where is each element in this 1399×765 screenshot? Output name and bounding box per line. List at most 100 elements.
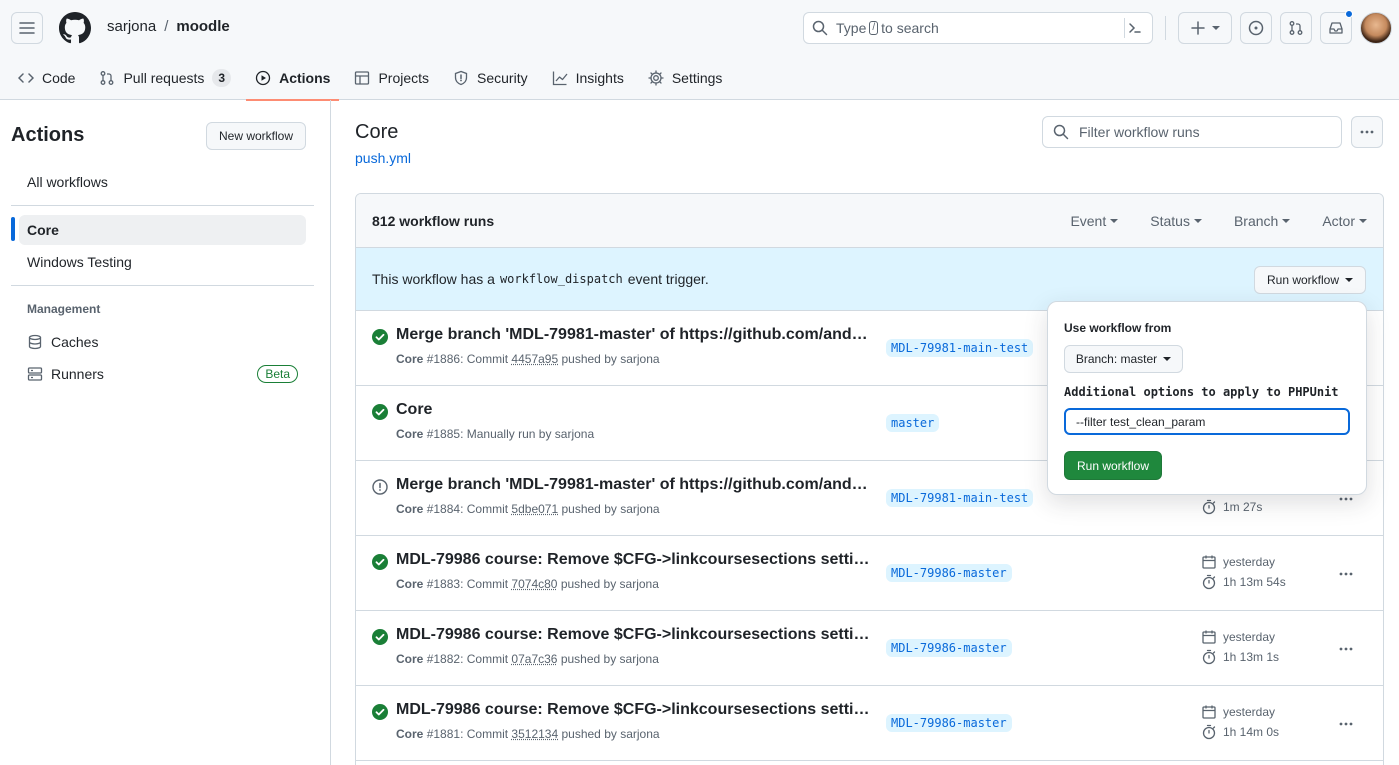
tab-actions-label: Actions <box>279 70 331 86</box>
run-date: yesterday <box>1201 554 1275 570</box>
run-date-text: yesterday <box>1223 630 1276 644</box>
tab-code[interactable]: Code <box>0 56 84 100</box>
tab-security-label: Security <box>477 70 528 86</box>
run-menu-button[interactable] <box>1334 637 1358 661</box>
beta-badge: Beta <box>257 365 298 383</box>
run-workflow-name: Core <box>396 652 424 666</box>
tab-settings[interactable]: Settings <box>639 56 732 100</box>
sidebar-item-caches[interactable]: Caches <box>19 327 306 357</box>
run-title[interactable]: MDL-79986 course: Remove $CFG->linkcours… <box>396 701 871 719</box>
run-duration: 1m 27s <box>1201 499 1262 515</box>
commit-sha-link[interactable]: 07a7c36 <box>511 652 557 666</box>
event-filter-dropdown[interactable]: Event <box>1070 213 1119 229</box>
run-title[interactable]: MDL-79986 course: Remove $CFG->linkcours… <box>396 626 871 644</box>
tab-pull-requests[interactable]: Pull requests 3 <box>90 56 240 100</box>
workflow-run-row[interactable]: MDL-79986 course: Remove $CFG->linkcours… <box>356 686 1383 761</box>
run-title[interactable]: Core <box>396 401 871 419</box>
tab-code-label: Code <box>42 70 76 86</box>
workflow-menu-button[interactable] <box>1351 116 1383 148</box>
run-workflow-dropdown-button[interactable]: Run workflow <box>1254 266 1366 294</box>
commit-sha-link[interactable]: 3512134 <box>511 727 558 741</box>
tab-actions[interactable]: Actions <box>246 56 340 101</box>
run-trigger: pushed by sarjona <box>560 652 659 666</box>
run-menu-button[interactable] <box>1334 712 1358 736</box>
search-input[interactable]: Type / to search <box>803 12 1153 44</box>
run-trigger: Manually run by sarjona <box>466 427 595 441</box>
status-filter-dropdown[interactable]: Status <box>1150 213 1202 229</box>
tab-security[interactable]: Security <box>444 56 537 100</box>
run-kind: Commit <box>466 502 509 516</box>
terminal-icon <box>1128 23 1141 33</box>
new-workflow-button[interactable]: New workflow <box>206 122 306 150</box>
tab-projects[interactable]: Projects <box>345 56 438 100</box>
branch-label[interactable]: master <box>886 414 940 432</box>
commit-sha-link[interactable]: 5dbe071 <box>511 502 558 516</box>
filter-workflow-runs-input[interactable]: Filter workflow runs <box>1042 116 1342 148</box>
issues-button[interactable] <box>1240 12 1272 44</box>
run-meta: Core #1881: Commit 3512134 pushed by sar… <box>396 727 660 741</box>
branch-select-label: Branch: master <box>1075 352 1158 366</box>
pull-requests-button[interactable] <box>1280 12 1312 44</box>
actor-filter-label: Actor <box>1322 212 1355 229</box>
run-trigger: pushed by sarjona <box>560 577 659 591</box>
breadcrumb-owner[interactable]: sarjona <box>107 18 156 35</box>
header-divider <box>1165 16 1166 40</box>
sidebar-item-all-workflows[interactable]: All workflows <box>19 167 306 197</box>
sidebar-divider <box>11 205 314 206</box>
run-meta: Core #1885: Manually run by sarjona <box>396 427 595 441</box>
run-title[interactable]: Merge branch 'MDL-79981-master' of https… <box>396 326 871 344</box>
menu-button[interactable] <box>11 12 43 44</box>
use-workflow-from-label: Use workflow from <box>1064 321 1172 335</box>
user-avatar[interactable] <box>1360 12 1392 44</box>
breadcrumb-repo[interactable]: moodle <box>176 18 229 35</box>
branch-filter-dropdown[interactable]: Branch <box>1234 213 1291 229</box>
run-trigger: pushed by sarjona <box>561 727 660 741</box>
tab-settings-label: Settings <box>671 70 723 86</box>
sidebar-item-label: Runners <box>51 366 104 382</box>
run-number: #1882 <box>426 652 461 666</box>
workflow-run-row[interactable]: MDL-79986 course: Remove $CFG->linkcours… <box>356 536 1383 611</box>
sidebar-item-label: Windows Testing <box>27 254 132 270</box>
chevron-down-icon <box>1359 218 1367 223</box>
calendar-icon <box>1202 705 1216 719</box>
tab-insights[interactable]: Insights <box>543 56 633 100</box>
run-menu-button[interactable] <box>1334 562 1358 586</box>
branch-label[interactable]: MDL-79981-main-test <box>886 339 1034 357</box>
chevron-down-icon <box>1193 218 1202 223</box>
server-icon <box>27 367 43 381</box>
actor-filter-dropdown[interactable]: Actor <box>1322 213 1367 229</box>
sidebar-item-runners[interactable]: Runners Beta <box>19 359 306 389</box>
workflow-runs-header: 812 workflow runs Event Status Branch Ac… <box>356 194 1383 248</box>
inbox-icon <box>1329 22 1343 34</box>
branch-label[interactable]: MDL-79986-master <box>886 639 1012 657</box>
run-workflow-submit-button[interactable]: Run workflow <box>1064 451 1162 480</box>
pull-requests-counter: 3 <box>212 69 232 87</box>
table-icon <box>355 71 370 85</box>
github-logo-icon[interactable] <box>59 12 91 44</box>
chevron-down-icon <box>1212 26 1220 30</box>
create-new-button[interactable] <box>1178 12 1232 44</box>
branch-select-button[interactable]: Branch: master <box>1064 345 1183 373</box>
workflow-run-row[interactable]: MDL-79986 course: Remove $CFG->linkcours… <box>356 611 1383 686</box>
tab-insights-label: Insights <box>575 70 624 86</box>
workflow-file-link[interactable]: push.yml <box>355 150 411 166</box>
run-kind: Commit <box>466 352 509 366</box>
run-date-text: yesterday <box>1223 555 1276 569</box>
run-kind: Commit <box>466 727 509 741</box>
branch-label[interactable]: MDL-79981-main-test <box>886 489 1034 507</box>
play-icon <box>255 70 271 86</box>
run-title[interactable]: MDL-79986 course: Remove $CFG->linkcours… <box>396 551 871 569</box>
run-title[interactable]: Merge branch 'MDL-79981-master' of https… <box>396 476 871 494</box>
run-meta: Core #1883: Commit 7074c80 pushed by sar… <box>396 577 659 591</box>
branch-label[interactable]: MDL-79986-master <box>886 714 1012 732</box>
branch-label[interactable]: MDL-79986-master <box>886 564 1012 582</box>
sidebar-item-windows-testing[interactable]: Windows Testing <box>19 247 306 277</box>
phpunit-options-input[interactable]: --filter test_clean_param <box>1064 408 1350 435</box>
commit-sha-link[interactable]: 7074c80 <box>511 577 557 591</box>
run-workflow-name: Core <box>396 727 424 741</box>
sidebar-item-core[interactable]: Core <box>19 215 306 245</box>
commit-sha-link[interactable]: 4457a95 <box>511 352 558 366</box>
run-trigger: pushed by sarjona <box>561 352 660 366</box>
command-palette-button[interactable] <box>1124 18 1144 38</box>
notification-dot <box>1345 10 1353 18</box>
